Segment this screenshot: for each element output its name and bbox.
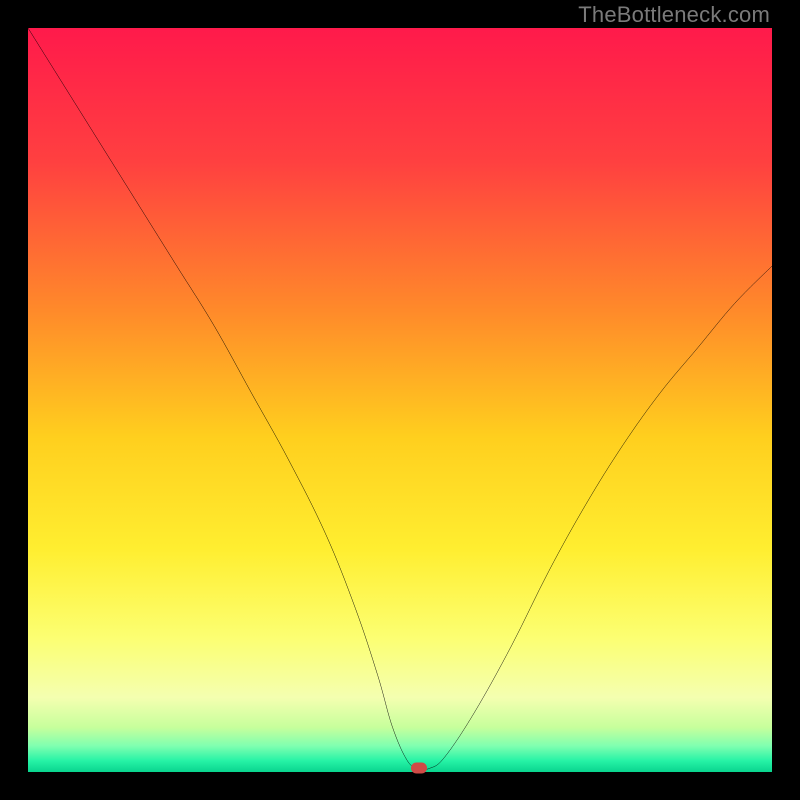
chart-frame: TheBottleneck.com [0, 0, 800, 800]
watermark-text: TheBottleneck.com [578, 2, 770, 28]
plot-area [28, 28, 772, 772]
bottleneck-curve [28, 28, 772, 772]
min-point-marker [411, 763, 427, 774]
